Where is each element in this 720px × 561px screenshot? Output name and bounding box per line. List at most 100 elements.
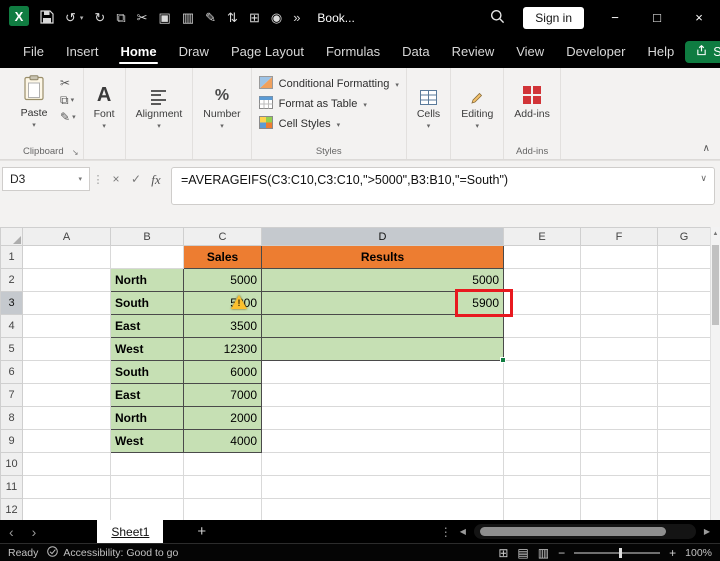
camera-icon[interactable]: ◉ — [271, 11, 282, 24]
row-header-12[interactable]: 12 — [0, 498, 23, 520]
horizontal-scroll-thumb[interactable] — [479, 527, 666, 536]
column-header-E[interactable]: E — [503, 227, 581, 246]
search-icon[interactable] — [490, 9, 505, 27]
cell-B11[interactable] — [110, 475, 184, 499]
format-as-table-button[interactable]: Format as Table ▾ — [258, 96, 399, 112]
cell-C9[interactable]: 4000 — [183, 429, 262, 453]
table-icon[interactable]: ⊞ — [249, 11, 260, 24]
cell-E8[interactable] — [503, 406, 581, 430]
cell-A6[interactable] — [22, 360, 111, 384]
cell-B1[interactable] — [110, 245, 184, 269]
row-header-1[interactable]: 1 — [0, 245, 23, 269]
zoom-in-icon[interactable]: + — [669, 547, 676, 559]
more-commands-icon[interactable]: » — [293, 11, 300, 24]
addins-group[interactable]: Add-ins Add-ins — [504, 68, 561, 159]
cell-B10[interactable] — [110, 452, 184, 476]
cell-G10[interactable] — [657, 452, 711, 476]
number-group-button[interactable]: % Number ▾ — [193, 68, 252, 159]
cell-B9[interactable]: West — [110, 429, 184, 453]
page-layout-view-icon[interactable]: ▤ — [517, 547, 528, 559]
cell-A10[interactable] — [22, 452, 111, 476]
tab-developer[interactable]: Developer — [555, 35, 636, 68]
sheet-options-icon[interactable]: ⋮ — [440, 525, 452, 539]
cell-A5[interactable] — [22, 337, 111, 361]
cell-A8[interactable] — [22, 406, 111, 430]
cell-C11[interactable] — [183, 475, 262, 499]
sign-in-button[interactable]: Sign in — [523, 6, 584, 29]
horizontal-scrollbar[interactable] — [473, 524, 696, 539]
cell-D2[interactable]: 5000 — [261, 268, 504, 292]
cell-B8[interactable]: North — [110, 406, 184, 430]
cell-C12[interactable] — [183, 498, 262, 520]
cell-D1[interactable]: Results — [261, 245, 504, 269]
copy-button[interactable]: ⧉ ▾ — [60, 94, 76, 106]
maximize-button[interactable]: □ — [636, 0, 678, 35]
cell-G1[interactable] — [657, 245, 711, 269]
cell-D5[interactable] — [261, 337, 506, 363]
format-painter-icon[interactable]: ✎ — [205, 11, 216, 24]
vertical-scrollbar[interactable]: ▲ — [710, 227, 720, 520]
column-header-G[interactable]: G — [657, 227, 711, 246]
column-header-C[interactable]: C — [183, 227, 262, 246]
cell-D7[interactable] — [261, 383, 504, 407]
cell-C1[interactable]: Sales — [183, 245, 262, 269]
redo-icon[interactable]: ↻ — [94, 11, 105, 24]
column-header-B[interactable]: B — [110, 227, 184, 246]
picture-icon[interactable]: ▣ — [159, 11, 171, 24]
cell-C10[interactable] — [183, 452, 262, 476]
cell-F6[interactable] — [580, 360, 658, 384]
share-button[interactable]: Share ▾ — [685, 40, 720, 63]
cell-G6[interactable] — [657, 360, 711, 384]
tab-insert[interactable]: Insert — [55, 35, 110, 68]
fill-handle[interactable] — [500, 357, 506, 363]
hscroll-left-icon[interactable]: ◀ — [460, 527, 466, 536]
cell-G12[interactable] — [657, 498, 711, 520]
format-painter-button[interactable]: ✎ ▾ — [60, 111, 76, 123]
cell-G11[interactable] — [657, 475, 711, 499]
row-header-2[interactable]: 2 — [0, 268, 23, 292]
cell-F4[interactable] — [580, 314, 658, 338]
row-header-7[interactable]: 7 — [0, 383, 23, 407]
row-header-6[interactable]: 6 — [0, 360, 23, 384]
cell-E7[interactable] — [503, 383, 581, 407]
cell-E12[interactable] — [503, 498, 581, 520]
tab-review[interactable]: Review — [441, 35, 506, 68]
select-all-corner[interactable] — [0, 227, 23, 246]
name-box[interactable]: D3 ▾ — [2, 167, 90, 191]
tab-home[interactable]: Home — [109, 35, 167, 68]
cell-A3[interactable] — [22, 291, 111, 315]
clipboard-dialog-launcher-icon[interactable]: ↘ — [72, 148, 79, 157]
row-header-4[interactable]: 4 — [0, 314, 23, 338]
cell-F2[interactable] — [580, 268, 658, 292]
tab-view[interactable]: View — [505, 35, 555, 68]
cell-C6[interactable]: 6000 — [183, 360, 262, 384]
alignment-group-button[interactable]: Alignment ▾ — [126, 68, 194, 159]
cell-C2[interactable]: 5000 — [183, 268, 262, 292]
cell-B2[interactable]: North — [110, 268, 184, 292]
cell-E9[interactable] — [503, 429, 581, 453]
cell-E4[interactable] — [503, 314, 581, 338]
font-group-button[interactable]: A Font ▾ — [84, 68, 126, 159]
cell-E2[interactable] — [503, 268, 581, 292]
sheet-nav-left-icon[interactable]: ‹ — [0, 525, 23, 539]
ribbon-collapse-chevron-icon[interactable]: ∧ — [703, 143, 710, 154]
save-icon[interactable] — [40, 9, 54, 26]
cell-G8[interactable] — [657, 406, 711, 430]
excel-app-icon[interactable]: X — [9, 6, 29, 29]
cell-G3[interactable] — [657, 291, 711, 315]
cut-icon[interactable]: ✂ — [137, 11, 148, 24]
cell-E10[interactable] — [503, 452, 581, 476]
page-break-view-icon[interactable]: ▥ — [538, 547, 549, 559]
cell-B3[interactable]: South — [110, 291, 184, 315]
cell-D3[interactable]: 5900 — [261, 289, 513, 317]
sheet-tab-sheet1[interactable]: Sheet1 — [97, 520, 164, 543]
cell-C4[interactable]: 3500 — [183, 314, 262, 338]
undo-icon[interactable]: ↺ — [65, 11, 76, 24]
cell-F9[interactable] — [580, 429, 658, 453]
cell-D8[interactable] — [261, 406, 504, 430]
cell-B7[interactable]: East — [110, 383, 184, 407]
cancel-formula-icon[interactable]: × — [106, 167, 126, 186]
row-header-3[interactable]: 3 — [0, 291, 23, 315]
cell-A9[interactable] — [22, 429, 111, 453]
cell-D9[interactable] — [261, 429, 504, 453]
